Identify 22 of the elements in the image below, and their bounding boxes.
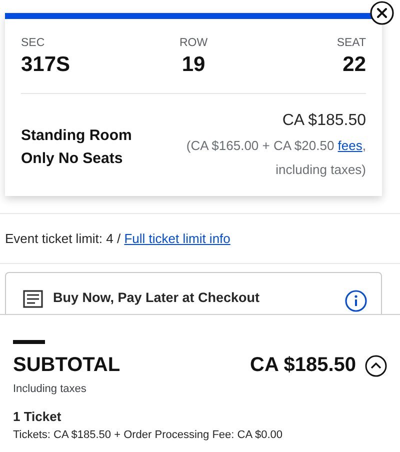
seat-description: Standing Room Only No Seats [21,126,133,169]
chevron-up-icon[interactable] [365,354,387,376]
ticket-price: CA $185.50 [282,112,366,130]
ticket-limit-text: Event ticket limit: 4 / Full ticket limit info [5,231,232,246]
seat-number: 22 [342,53,366,77]
row-number: 19 [182,53,206,77]
ticket-limit-link[interactable]: Full ticket limit info [124,231,230,246]
taxes-note: Including taxes [13,383,88,395]
fees-link[interactable]: fees [338,138,362,153]
subtotal-details: Tickets: CA $185.50 + Order Processing Fee: CA $0.00 [13,429,284,441]
row-label: ROW [179,37,208,49]
close-icon[interactable] [370,1,394,25]
price-breakdown: (CA $165.00 + CA $20.50 fees, including taxes) [185,137,366,179]
subtotal-label: SUBTOTAL [13,354,122,377]
payment-option-text: Buy Now, Pay Later at Checkout [53,290,261,305]
info-icon[interactable] [345,290,367,312]
receipt-icon [23,290,43,308]
ticket-count: 1 Ticket [13,409,62,424]
section-number: 317S [21,53,72,77]
subtotal-amount: CA $185.50 [250,354,356,377]
section-label: SEC [21,37,46,49]
seat-label: SEAT [336,37,366,49]
